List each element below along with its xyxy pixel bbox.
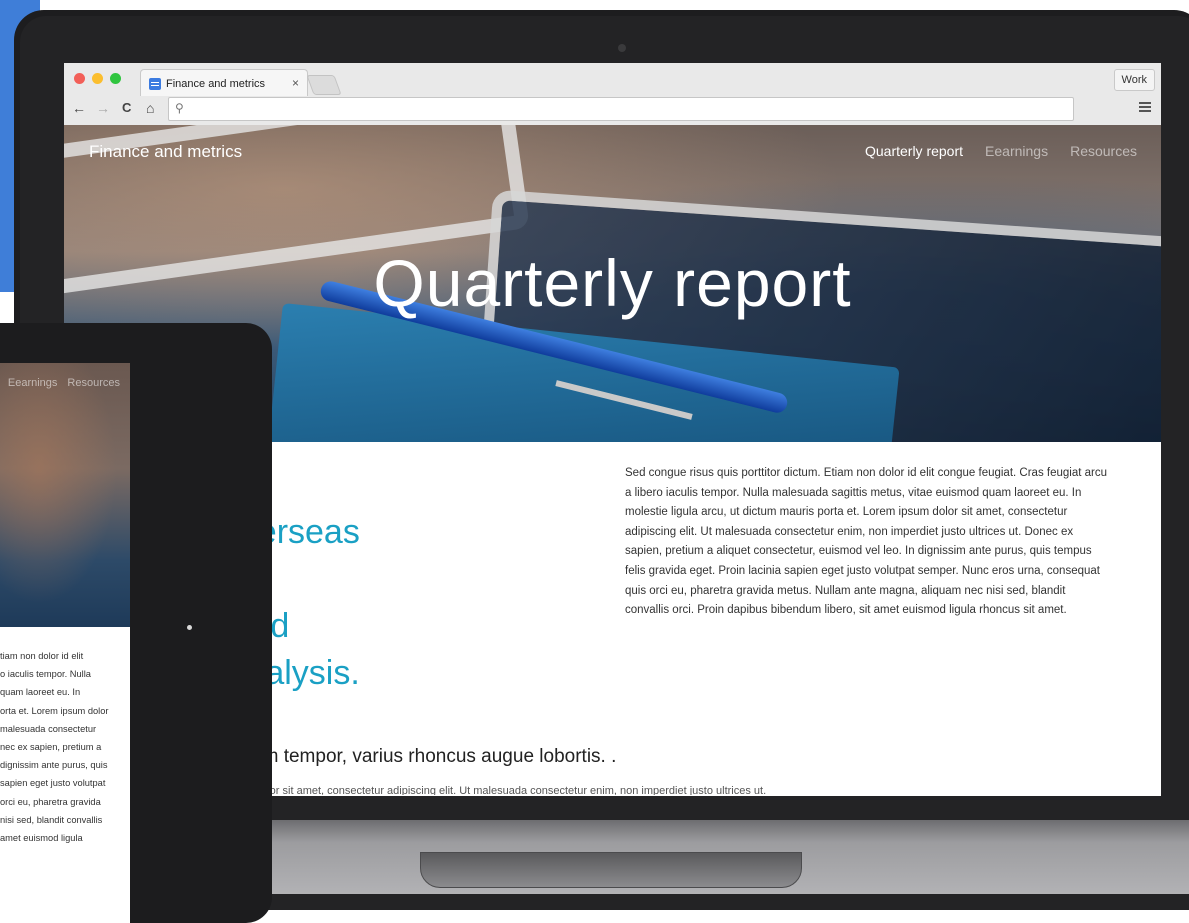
reload-icon[interactable]: C	[122, 101, 131, 115]
tablet-device: rt Eearnings Resources tiam non dolor id…	[0, 323, 272, 923]
laptop-hinge	[420, 852, 802, 888]
nav-earnings[interactable]: Eearnings	[985, 143, 1048, 159]
tablet-text-line: malesuada consectetur	[0, 723, 97, 734]
site-brand[interactable]: Finance and metrics	[89, 142, 242, 162]
new-tab-button[interactable]	[306, 75, 342, 95]
tablet-hero-banner: rt Eearnings Resources	[0, 363, 130, 627]
search-icon: ⚲	[175, 101, 184, 115]
menu-hamburger-icon[interactable]	[1139, 102, 1151, 112]
tablet-screen: rt Eearnings Resources tiam non dolor id…	[0, 363, 130, 923]
tablet-text-line: quam laoreet eu. In	[0, 687, 81, 698]
tab-close-icon[interactable]: ×	[292, 76, 299, 90]
tab-title: Finance and metrics	[166, 78, 266, 90]
tablet-text-line: amet euismod ligula	[0, 833, 83, 844]
tablet-body-paragraph: tiam non dolor id elit o iaculis tempor.…	[0, 647, 125, 847]
profile-button[interactable]: Work	[1113, 69, 1155, 91]
body-paragraph: Sed congue risus quis porttitor dictum. …	[625, 467, 1107, 617]
forward-arrow-icon[interactable]: →	[96, 101, 110, 115]
nav-quarterly-report[interactable]: Quarterly report	[865, 143, 963, 159]
window-close-icon[interactable]	[74, 73, 85, 84]
tablet-text-line: tiam non dolor id elit	[0, 651, 84, 661]
tablet-text-line: nec ex sapien, pretium a	[0, 742, 102, 753]
tablet-nav-resources[interactable]: Resources	[67, 377, 120, 389]
tablet-text-line: o iaculis tempor. Nulla	[0, 669, 91, 680]
browser-chrome: Finance and metrics × Work ← → C ⌂ ⚲	[64, 63, 1161, 126]
tablet-text-line: sapien eget justo volutpat	[0, 778, 106, 789]
webcam-icon	[618, 44, 626, 52]
address-bar[interactable]: ⚲	[168, 97, 1074, 121]
window-minimize-icon[interactable]	[92, 73, 103, 84]
finance-favicon-icon	[149, 78, 161, 90]
browser-tab[interactable]: Finance and metrics ×	[140, 69, 308, 96]
tablet-text-line: nisi sed, blandit convallis	[0, 814, 103, 825]
back-arrow-icon[interactable]: ←	[72, 101, 86, 115]
tablet-text-line: dignissim ante purus, quis	[0, 760, 108, 771]
tablet-camera-icon	[187, 625, 192, 630]
site-nav: Quarterly report Eearnings Resources	[865, 143, 1137, 159]
window-zoom-icon[interactable]	[110, 73, 121, 84]
tablet-site-nav: rt Eearnings Resources	[0, 377, 120, 389]
tablet-text-line: orta et. Lorem ipsum dolor	[0, 705, 109, 716]
tablet-text-line: orci eu, pharetra gravida	[0, 796, 101, 807]
nav-resources[interactable]: Resources	[1070, 143, 1137, 159]
tablet-nav-earnings[interactable]: Eearnings	[8, 377, 58, 389]
hero-title: Quarterly report	[373, 246, 852, 320]
home-icon[interactable]: ⌂	[146, 101, 154, 115]
